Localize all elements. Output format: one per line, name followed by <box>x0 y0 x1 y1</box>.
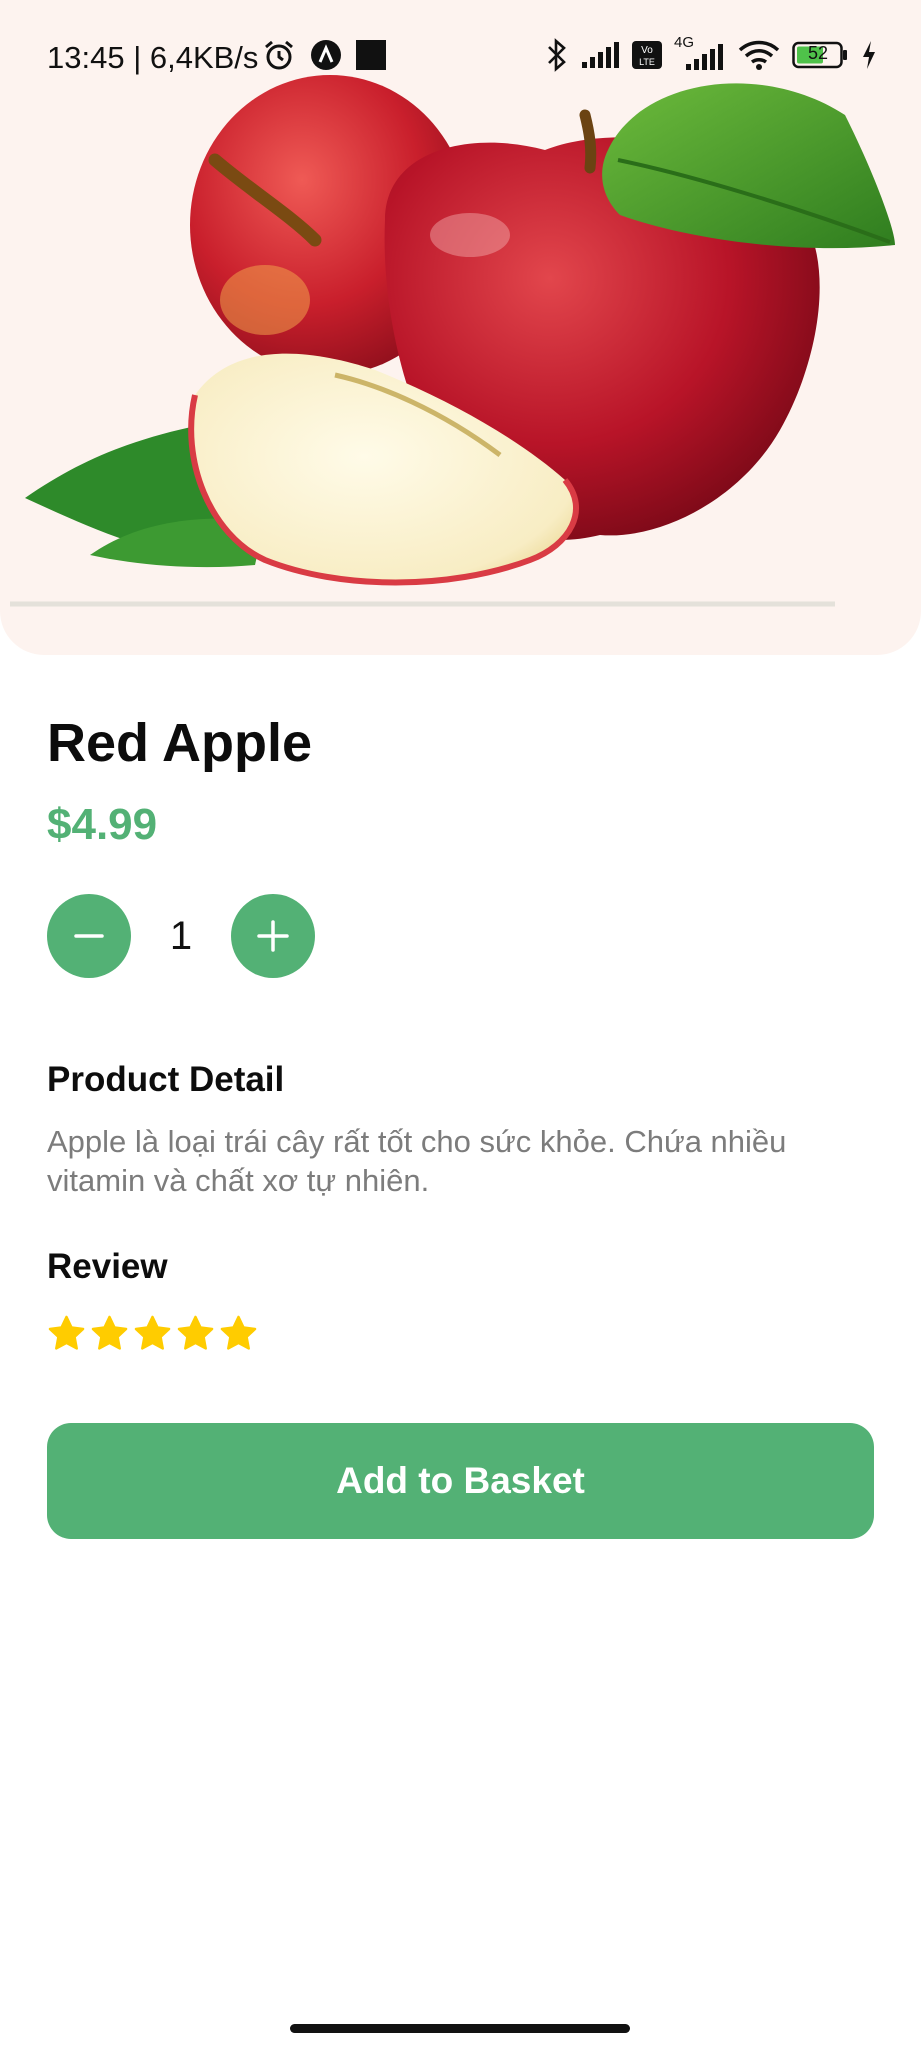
quantity-value: 1 <box>169 913 193 958</box>
status-bar: 13:45 | 6,4KB/s Vo LTE 4G 52 <box>0 0 921 114</box>
star-icon <box>134 1315 171 1350</box>
decrease-quantity-button[interactable] <box>47 894 131 978</box>
review-heading: Review <box>47 1247 168 1286</box>
svg-text:Vo: Vo <box>641 45 653 56</box>
quantity-stepper: 1 <box>47 894 315 978</box>
charging-icon <box>863 41 875 69</box>
battery-level: 52 <box>807 43 829 63</box>
star-icon <box>48 1315 85 1350</box>
product-price: $4.99 <box>47 800 158 849</box>
plus-icon <box>257 920 289 952</box>
star-icon <box>91 1315 128 1350</box>
star-icon <box>220 1315 257 1350</box>
svg-text:LTE: LTE <box>639 57 655 67</box>
wifi-icon <box>738 40 780 70</box>
stop-icon <box>356 40 386 70</box>
review-stars <box>47 1314 258 1353</box>
increase-quantity-button[interactable] <box>231 894 315 978</box>
minus-icon <box>74 934 104 938</box>
volte-icon: Vo LTE <box>632 41 662 69</box>
alarm-icon <box>265 40 293 70</box>
add-to-basket-button[interactable]: Add to Basket <box>47 1423 874 1539</box>
battery-icon: 52 <box>792 41 848 69</box>
product-detail-heading: Product Detail <box>47 1060 285 1099</box>
status-time: 13:45 | 6,4KB/s <box>47 40 259 75</box>
bluetooth-icon <box>548 38 566 72</box>
signal-icon <box>582 42 619 68</box>
product-name: Red Apple <box>47 713 313 773</box>
star-icon <box>177 1315 214 1350</box>
signal-4g-icon: 4G <box>674 34 726 72</box>
app-notification-icon <box>311 40 341 70</box>
home-indicator <box>290 2024 630 2033</box>
product-detail-text: Apple là loại trái cây rất tốt cho sức k… <box>47 1124 787 1198</box>
